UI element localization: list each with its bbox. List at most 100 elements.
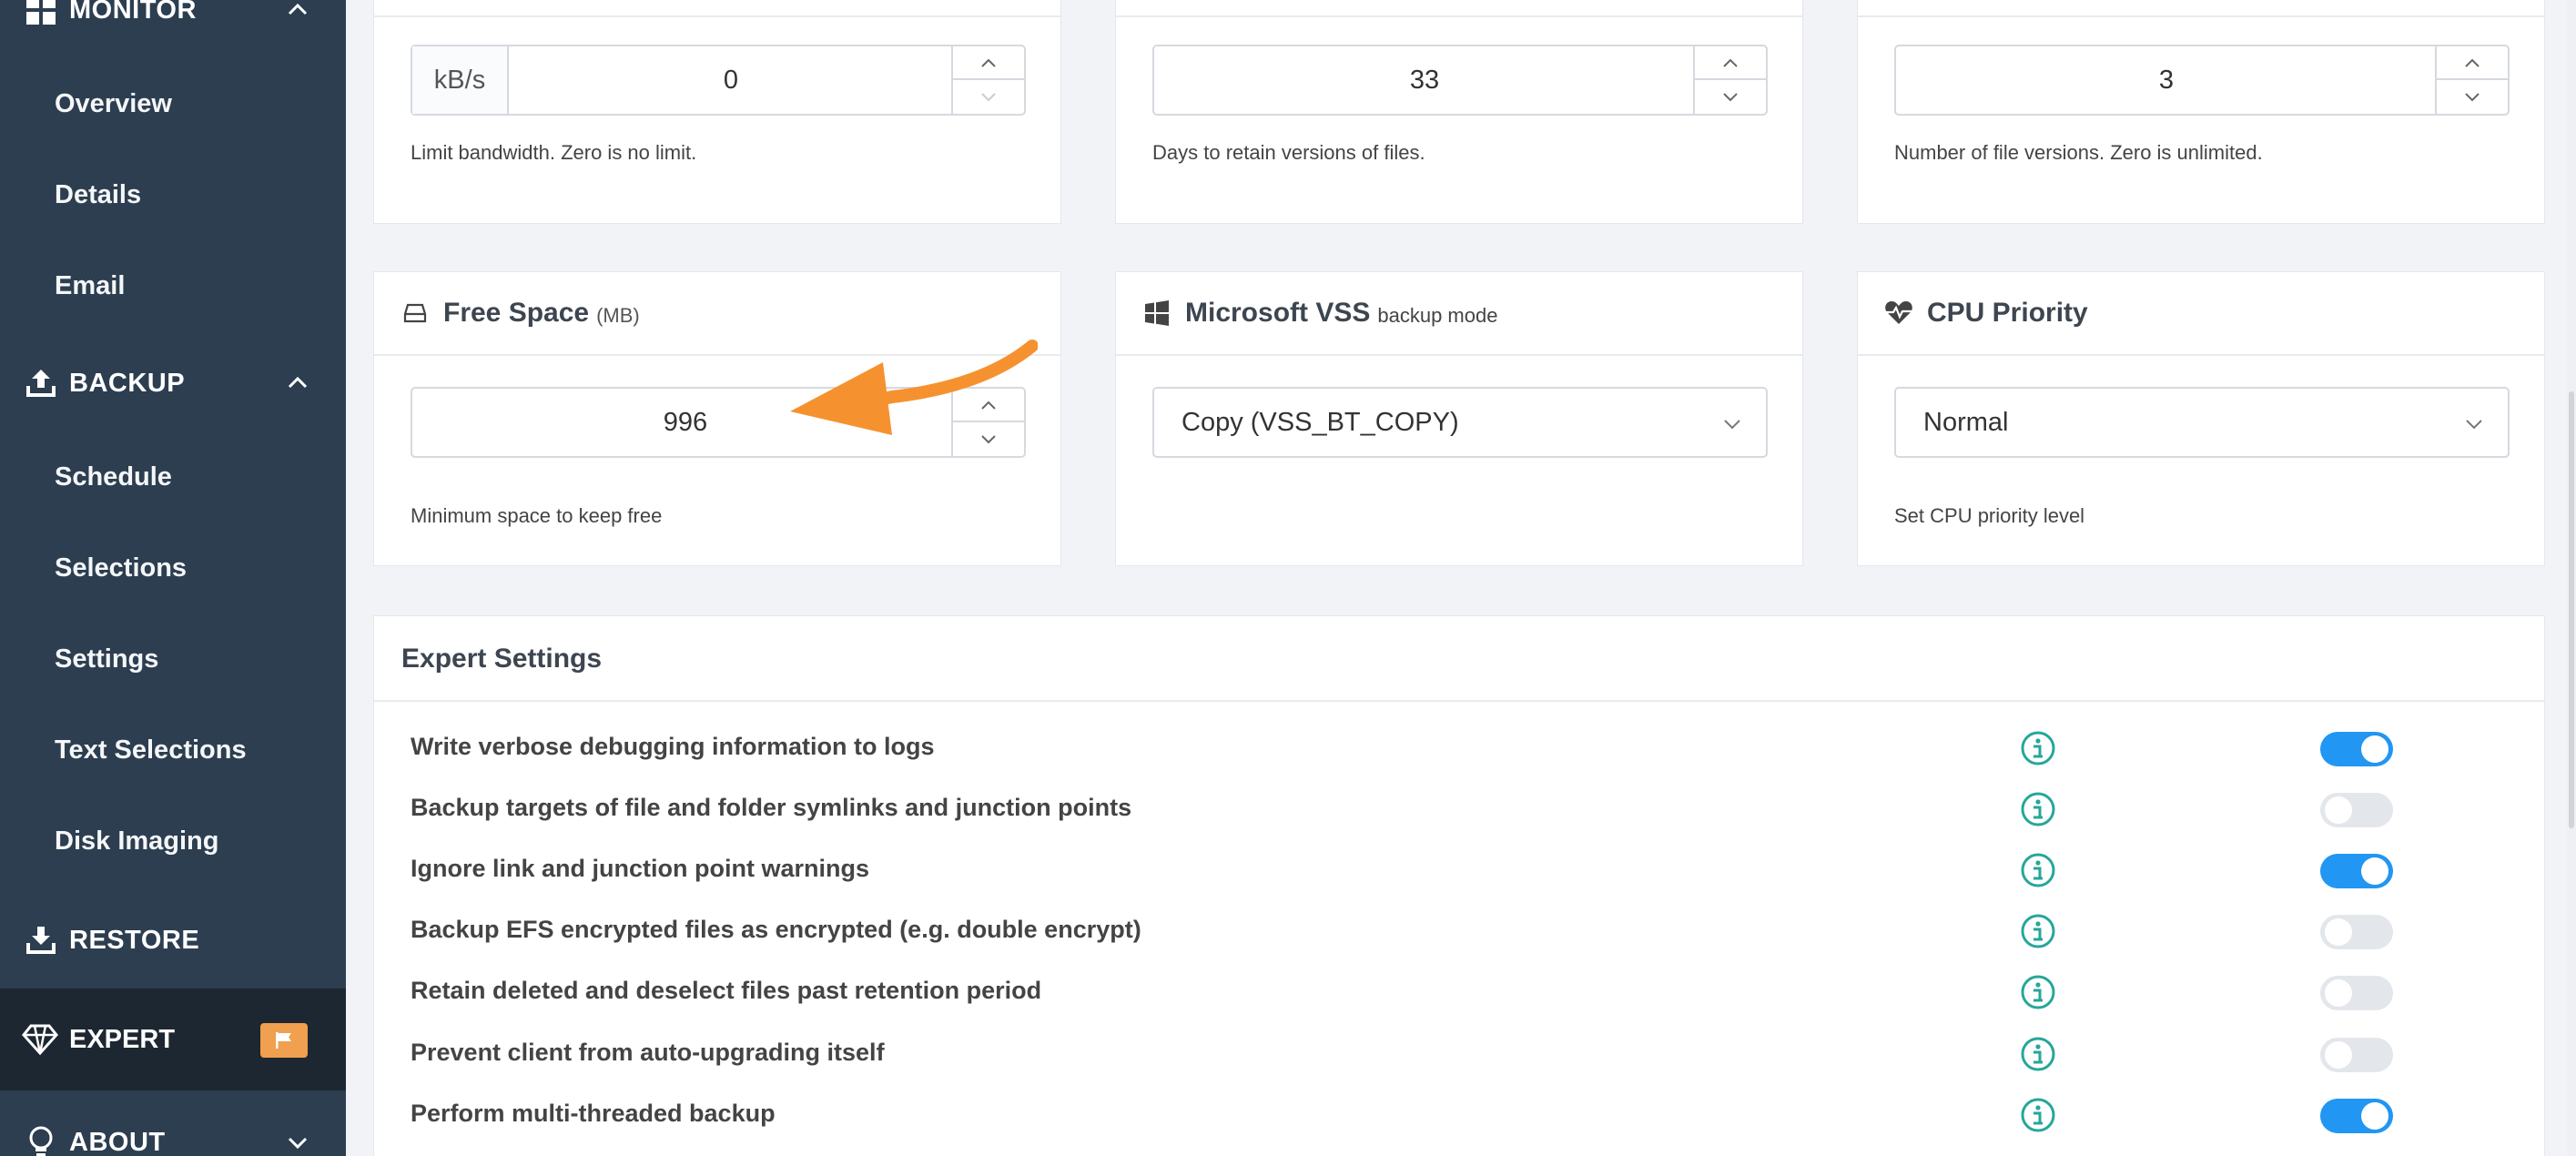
decrement-button[interactable] bbox=[1695, 80, 1766, 114]
toggle-switch[interactable] bbox=[2320, 1099, 2393, 1133]
info-icon[interactable] bbox=[2020, 791, 2056, 827]
sidebar-item-selections[interactable]: Selections bbox=[0, 522, 346, 613]
sidebar-section-monitor[interactable]: MONITOR bbox=[0, 0, 346, 60]
sidebar-item-settings[interactable]: Settings bbox=[0, 613, 346, 705]
versions-help: Number of file versions. Zero is unlimit… bbox=[1894, 141, 2263, 164]
sidebar-section-expert[interactable]: EXPERT bbox=[0, 989, 346, 1090]
card-divider bbox=[374, 15, 1060, 17]
toggle-knob bbox=[2325, 979, 2352, 1007]
toggle-knob bbox=[2325, 796, 2352, 824]
sidebar-item-overview[interactable]: Overview bbox=[0, 58, 346, 149]
bandwidth-value[interactable]: 0 bbox=[509, 46, 953, 114]
setting-row: Retain deleted and deselect files past r… bbox=[374, 962, 2544, 1022]
cpu-priority-select[interactable]: Normal bbox=[1894, 387, 2510, 458]
sidebar-section-label: EXPERT bbox=[69, 1024, 176, 1054]
setting-label: Write verbose debugging information to l… bbox=[411, 733, 935, 760]
download-icon bbox=[22, 921, 60, 959]
cpu-priority-selected: Normal bbox=[1923, 407, 2009, 437]
cpu-priority-title: CPU Priority bbox=[1927, 298, 2088, 328]
setting-row: Backup targets of file and folder symlin… bbox=[374, 779, 2544, 839]
sidebar: MONITOR Overview Details Email BACKUP Sc… bbox=[0, 0, 346, 1156]
info-icon[interactable] bbox=[2020, 1036, 2056, 1072]
increment-button[interactable] bbox=[2437, 46, 2508, 80]
chevron-down-icon bbox=[2465, 92, 2480, 101]
increment-button[interactable] bbox=[953, 46, 1024, 80]
chevron-up-icon bbox=[2465, 58, 2480, 67]
chevron-down-icon bbox=[1723, 92, 1738, 101]
cpu-priority-header: CPU Priority bbox=[1858, 272, 2544, 356]
scrollbar-thumb[interactable] bbox=[2569, 391, 2574, 828]
sidebar-section-label: RESTORE bbox=[69, 925, 200, 955]
info-icon[interactable] bbox=[2020, 974, 2056, 1010]
sidebar-item-label: Schedule bbox=[55, 461, 172, 492]
chevron-down-icon bbox=[2466, 420, 2482, 430]
hard-drive-icon bbox=[400, 298, 431, 329]
toggle-switch[interactable] bbox=[2320, 1038, 2393, 1072]
sidebar-item-label: Settings bbox=[55, 644, 159, 674]
toggle-switch[interactable] bbox=[2320, 854, 2393, 888]
sidebar-item-label: Overview bbox=[55, 88, 172, 118]
stepper-buttons bbox=[1693, 46, 1766, 114]
sidebar-item-label: Email bbox=[55, 270, 126, 300]
setting-label: Perform multi-threaded backup bbox=[411, 1100, 776, 1127]
chevron-down-icon bbox=[1724, 420, 1740, 430]
sidebar-section-backup[interactable]: BACKUP bbox=[0, 333, 346, 433]
vss-header: Microsoft VSS backup mode bbox=[1116, 272, 1802, 356]
sidebar-item-disk-imaging[interactable]: Disk Imaging bbox=[0, 796, 346, 887]
toggle-knob bbox=[2325, 918, 2352, 946]
setting-label: Ignore link and junction point warnings bbox=[411, 855, 869, 882]
bandwidth-card: kB/s 0 Limit bandwidth. Zero is no limit… bbox=[373, 0, 1061, 224]
sidebar-section-restore[interactable]: RESTORE bbox=[0, 890, 346, 990]
info-icon[interactable] bbox=[2020, 1097, 2056, 1133]
sidebar-item-label: Disk Imaging bbox=[55, 826, 219, 856]
info-icon[interactable] bbox=[2020, 730, 2056, 766]
sidebar-item-email[interactable]: Email bbox=[0, 240, 346, 331]
toggle-switch[interactable] bbox=[2320, 915, 2393, 949]
lightbulb-icon bbox=[22, 1123, 60, 1156]
chevron-down-icon[interactable] bbox=[284, 1129, 311, 1156]
chevron-up-icon[interactable] bbox=[284, 370, 311, 397]
stepper-buttons bbox=[2435, 46, 2508, 114]
chevron-up-icon[interactable] bbox=[284, 0, 311, 24]
page-scrollbar[interactable] bbox=[2567, 0, 2576, 1156]
file-versions-value[interactable]: 3 bbox=[1896, 46, 2437, 114]
decrement-button[interactable] bbox=[2437, 80, 2508, 114]
decrement-button[interactable] bbox=[953, 80, 1024, 114]
sidebar-item-details[interactable]: Details bbox=[0, 149, 346, 240]
dashboard-icon bbox=[22, 0, 60, 29]
setting-row: Ignore link and junction point warnings bbox=[374, 840, 2544, 900]
toggle-switch[interactable] bbox=[2320, 793, 2393, 827]
vss-mode-selected: Copy (VSS_BT_COPY) bbox=[1182, 407, 1459, 437]
sidebar-section-about[interactable]: ABOUT bbox=[0, 1092, 346, 1156]
setting-row: Prevent client from auto-upgrading itsel… bbox=[374, 1024, 2544, 1084]
bandwidth-stepper[interactable]: kB/s 0 bbox=[411, 45, 1026, 116]
increment-button[interactable] bbox=[1695, 46, 1766, 80]
toggle-knob bbox=[2325, 1041, 2352, 1069]
retention-days-stepper[interactable]: 33 bbox=[1152, 45, 1768, 116]
toggle-switch[interactable] bbox=[2320, 976, 2393, 1010]
card-divider bbox=[1858, 15, 2544, 17]
toggle-knob bbox=[2361, 735, 2388, 763]
chevron-down-icon bbox=[981, 92, 996, 101]
vss-card: Microsoft VSS backup mode Copy (VSS_BT_C… bbox=[1115, 271, 1803, 566]
retention-days-value[interactable]: 33 bbox=[1154, 46, 1695, 114]
setting-label: Prevent client from auto-upgrading itsel… bbox=[411, 1039, 885, 1066]
file-versions-stepper[interactable]: 3 bbox=[1894, 45, 2510, 116]
flag-badge bbox=[260, 1023, 308, 1058]
free-space-help: Minimum space to keep free bbox=[411, 504, 663, 527]
free-space-title: Free Space bbox=[443, 298, 590, 328]
upload-icon bbox=[22, 364, 60, 402]
toggle-knob bbox=[2361, 857, 2388, 885]
free-space-unit: (MB) bbox=[596, 304, 640, 327]
sidebar-item-label: Selections bbox=[55, 553, 188, 583]
sidebar-item-schedule[interactable]: Schedule bbox=[0, 431, 346, 522]
sidebar-item-text-selections[interactable]: Text Selections bbox=[0, 705, 346, 796]
setting-row: Backup EFS encrypted files as encrypted … bbox=[374, 901, 2544, 961]
cpu-priority-card: CPU Priority Normal Set CPU priority lev… bbox=[1857, 271, 2545, 566]
info-icon[interactable] bbox=[2020, 913, 2056, 949]
expert-settings-card: Expert Settings Write verbose debugging … bbox=[373, 615, 2545, 1156]
toggle-switch[interactable] bbox=[2320, 732, 2393, 766]
vss-mode-select[interactable]: Copy (VSS_BT_COPY) bbox=[1152, 387, 1768, 458]
info-icon[interactable] bbox=[2020, 852, 2056, 888]
toggle-knob bbox=[2361, 1102, 2388, 1130]
